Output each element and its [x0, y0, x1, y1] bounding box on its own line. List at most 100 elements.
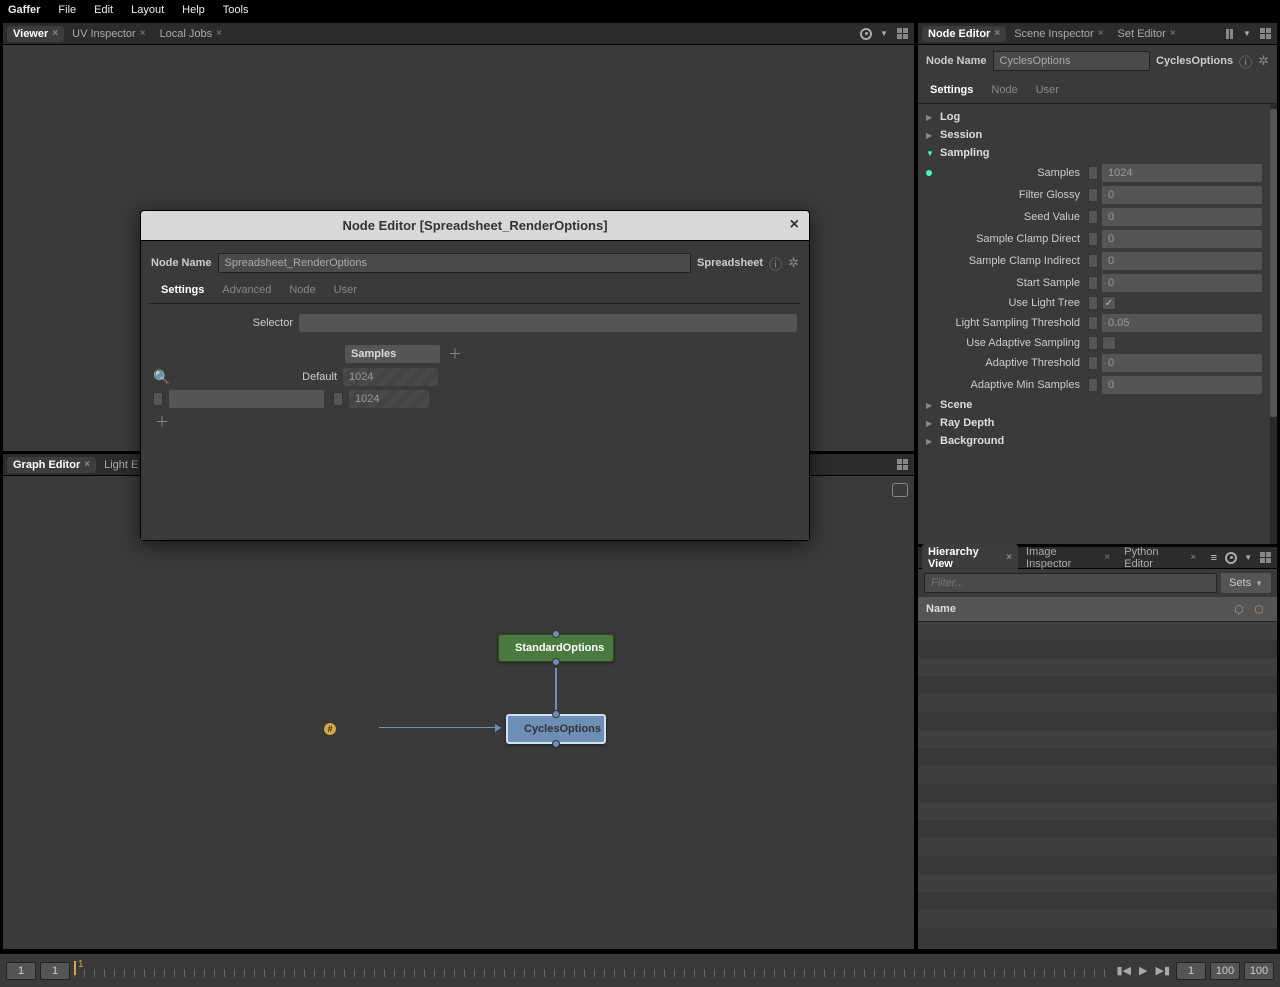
close-icon[interactable]: ×	[216, 28, 222, 39]
default-cell[interactable]: 1024	[343, 368, 438, 386]
section-background[interactable]: ▶Background	[922, 432, 1264, 450]
target-icon[interactable]	[1223, 550, 1238, 566]
graph-canvas[interactable]: StandardOptions CyclesOptions #	[3, 476, 914, 949]
subtab-user[interactable]: User	[1034, 81, 1061, 99]
filter-input[interactable]	[924, 573, 1217, 593]
menu-help[interactable]: Help	[182, 4, 205, 16]
dialog-title[interactable]: Node Editor [Spreadsheet_RenderOptions] …	[141, 211, 809, 240]
row-enable[interactable]	[153, 392, 163, 406]
timeline-track[interactable]	[74, 961, 1111, 981]
node-standard-options[interactable]: StandardOptions	[498, 634, 614, 662]
param-enable[interactable]	[1088, 210, 1098, 224]
tab-viewer[interactable]: Viewer×	[7, 26, 64, 42]
param-input[interactable]: 0	[1102, 186, 1262, 204]
layout-icon[interactable]	[894, 26, 910, 42]
menu-layout[interactable]: Layout	[131, 4, 164, 16]
close-icon[interactable]: ×	[1190, 552, 1196, 563]
close-icon[interactable]: ×	[790, 216, 799, 234]
close-icon[interactable]: ×	[140, 28, 146, 39]
param-input[interactable]: 1024	[1102, 164, 1262, 182]
frame-in-input[interactable]	[1176, 962, 1206, 980]
hierarchy-list[interactable]	[918, 622, 1277, 949]
section-session[interactable]: ▶Session	[922, 126, 1264, 144]
frame-out-input[interactable]	[1244, 962, 1274, 980]
play-icon[interactable]: ▶	[1137, 964, 1149, 977]
close-icon[interactable]: ×	[994, 28, 1000, 39]
geometry-icon[interactable]: ⬡	[1229, 601, 1249, 617]
dropdown-icon[interactable]: ▼	[1239, 26, 1255, 42]
subtab-settings[interactable]: Settings	[159, 281, 206, 299]
param-input[interactable]: 0	[1102, 252, 1262, 270]
section-sampling[interactable]: ▼Sampling	[922, 144, 1264, 162]
search-icon[interactable]: 🔍	[153, 369, 171, 386]
list-icon[interactable]: ≡	[1206, 550, 1221, 566]
row-cell[interactable]: 1024	[349, 390, 429, 408]
node-name-input[interactable]	[993, 51, 1151, 71]
sets-dropdown[interactable]: Sets▼	[1221, 573, 1271, 593]
gear-icon[interactable]: ✲	[788, 255, 799, 271]
target-icon[interactable]	[858, 26, 874, 42]
param-enable[interactable]	[1088, 296, 1098, 310]
param-enable[interactable]	[1088, 316, 1098, 330]
node-name-input[interactable]	[218, 253, 692, 273]
frame-current-input[interactable]	[40, 962, 70, 980]
param-enable[interactable]	[1088, 378, 1098, 392]
tab-set-editor[interactable]: Set Editor×	[1112, 26, 1182, 42]
layout-icon[interactable]	[894, 457, 910, 473]
param-enable[interactable]	[1088, 276, 1098, 290]
menu-file[interactable]: File	[58, 4, 76, 16]
close-icon[interactable]: ×	[1104, 552, 1110, 563]
scrollbar[interactable]	[1270, 104, 1277, 544]
add-row-icon[interactable]: ＋	[153, 412, 171, 432]
param-enable[interactable]	[1088, 188, 1098, 202]
spreadsheet-badge[interactable]: #	[323, 722, 337, 736]
section-ray-depth[interactable]: ▶Ray Depth	[922, 414, 1264, 432]
node-cycles-options[interactable]: CyclesOptions #	[506, 714, 606, 744]
dropdown-icon[interactable]: ▼	[1241, 550, 1256, 566]
layout-icon[interactable]	[1257, 26, 1273, 42]
close-icon[interactable]: ×	[1170, 28, 1176, 39]
comment-icon[interactable]	[892, 482, 908, 498]
close-icon[interactable]: ×	[1098, 28, 1104, 39]
info-icon[interactable]: ⓘ	[1239, 52, 1252, 71]
column-name[interactable]: Name	[926, 603, 1229, 615]
close-icon[interactable]: ×	[52, 28, 58, 39]
tab-graph-editor[interactable]: Graph Editor×	[7, 457, 96, 473]
param-enable[interactable]	[1088, 166, 1098, 180]
collapse-icon[interactable]	[1221, 26, 1237, 42]
subtab-settings[interactable]: Settings	[928, 81, 975, 99]
subtab-node[interactable]: Node	[989, 81, 1019, 99]
frame-end-input[interactable]	[1210, 962, 1240, 980]
subtab-advanced[interactable]: Advanced	[220, 281, 273, 299]
row-name-input[interactable]	[169, 390, 324, 408]
visibility-icon[interactable]: ⬡	[1249, 601, 1269, 617]
subtab-user[interactable]: User	[332, 281, 359, 299]
param-input[interactable]: 0	[1102, 354, 1262, 372]
param-input[interactable]: 0.05	[1102, 314, 1262, 332]
close-icon[interactable]: ×	[84, 459, 90, 470]
tab-node-editor[interactable]: Node Editor×	[922, 26, 1006, 42]
param-input[interactable]: 0	[1102, 208, 1262, 226]
param-input[interactable]: 0	[1102, 230, 1262, 248]
skip-back-icon[interactable]: ▮◀	[1115, 964, 1134, 977]
info-icon[interactable]: ⓘ	[769, 254, 782, 273]
subtab-node[interactable]: Node	[287, 281, 317, 299]
param-checkbox[interactable]	[1102, 336, 1116, 350]
tab-image-inspector[interactable]: Image Inspector×	[1020, 544, 1116, 572]
param-enable[interactable]	[1088, 336, 1098, 350]
cell-enable[interactable]	[333, 392, 343, 406]
section-log[interactable]: ▶Log	[922, 108, 1264, 126]
param-input[interactable]: 0	[1102, 274, 1262, 292]
section-scene[interactable]: ▶Scene	[922, 396, 1264, 414]
frame-start-input[interactable]	[6, 962, 36, 980]
tab-uv-inspector[interactable]: UV Inspector×	[66, 26, 151, 42]
gear-icon[interactable]: ✲	[1258, 53, 1269, 69]
param-input[interactable]: 0	[1102, 376, 1262, 394]
skip-fwd-icon[interactable]: ▶▮	[1153, 964, 1172, 977]
tab-hierarchy-view[interactable]: Hierarchy View×	[922, 544, 1018, 572]
menu-tools[interactable]: Tools	[223, 4, 249, 16]
param-enable[interactable]	[1088, 254, 1098, 268]
tab-scene-inspector[interactable]: Scene Inspector×	[1008, 26, 1109, 42]
param-enable[interactable]	[1088, 232, 1098, 246]
dropdown-icon[interactable]: ▼	[876, 26, 892, 42]
